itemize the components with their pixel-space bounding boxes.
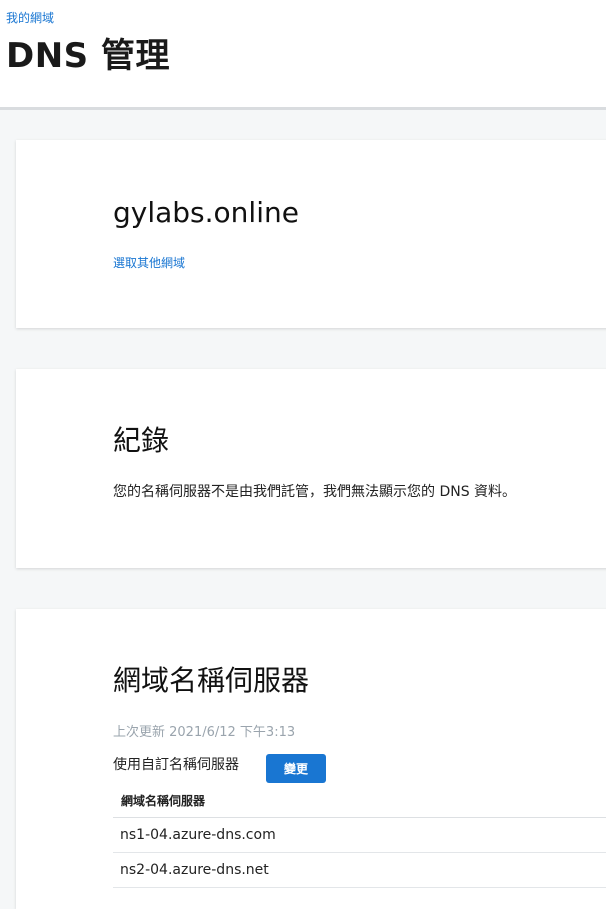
table-header-nameserver: 網域名稱伺服器	[113, 783, 606, 818]
table-row: ns2-04.azure-dns.net	[113, 852, 606, 888]
nameserver-cell: ns1-04.azure-dns.com	[113, 817, 606, 853]
domain-name: gylabs.online	[113, 196, 299, 229]
breadcrumb-my-domains[interactable]: 我的網域	[6, 11, 54, 25]
nameservers-title: 網域名稱伺服器	[113, 664, 310, 697]
nameservers-table: 網域名稱伺服器 ns1-04.azure-dns.com ns2-04.azur…	[113, 783, 606, 888]
records-title: 紀錄	[113, 424, 170, 457]
page-header: 我的網域 DNS 管理	[0, 0, 606, 110]
table-row: ns1-04.azure-dns.com	[113, 817, 606, 853]
page-title: DNS 管理	[6, 36, 171, 76]
select-other-domain-link[interactable]: 選取其他網域	[113, 256, 185, 270]
custom-nameservers-label: 使用自訂名稱伺服器	[113, 757, 239, 773]
last-updated-text: 上次更新 2021/6/12 下午3:13	[113, 725, 296, 740]
nameservers-card: 網域名稱伺服器 上次更新 2021/6/12 下午3:13 使用自訂名稱伺服器 …	[16, 609, 606, 909]
change-nameservers-button[interactable]: 變更	[266, 754, 326, 783]
table-header-row: 網域名稱伺服器	[113, 783, 606, 818]
domain-card: gylabs.online 選取其他網域	[16, 140, 606, 328]
nameserver-cell: ns2-04.azure-dns.net	[113, 852, 606, 888]
records-message: 您的名稱伺服器不是由我們託管，我們無法顯示您的 DNS 資料。	[113, 484, 517, 500]
records-card: 紀錄 您的名稱伺服器不是由我們託管，我們無法顯示您的 DNS 資料。	[16, 369, 606, 568]
